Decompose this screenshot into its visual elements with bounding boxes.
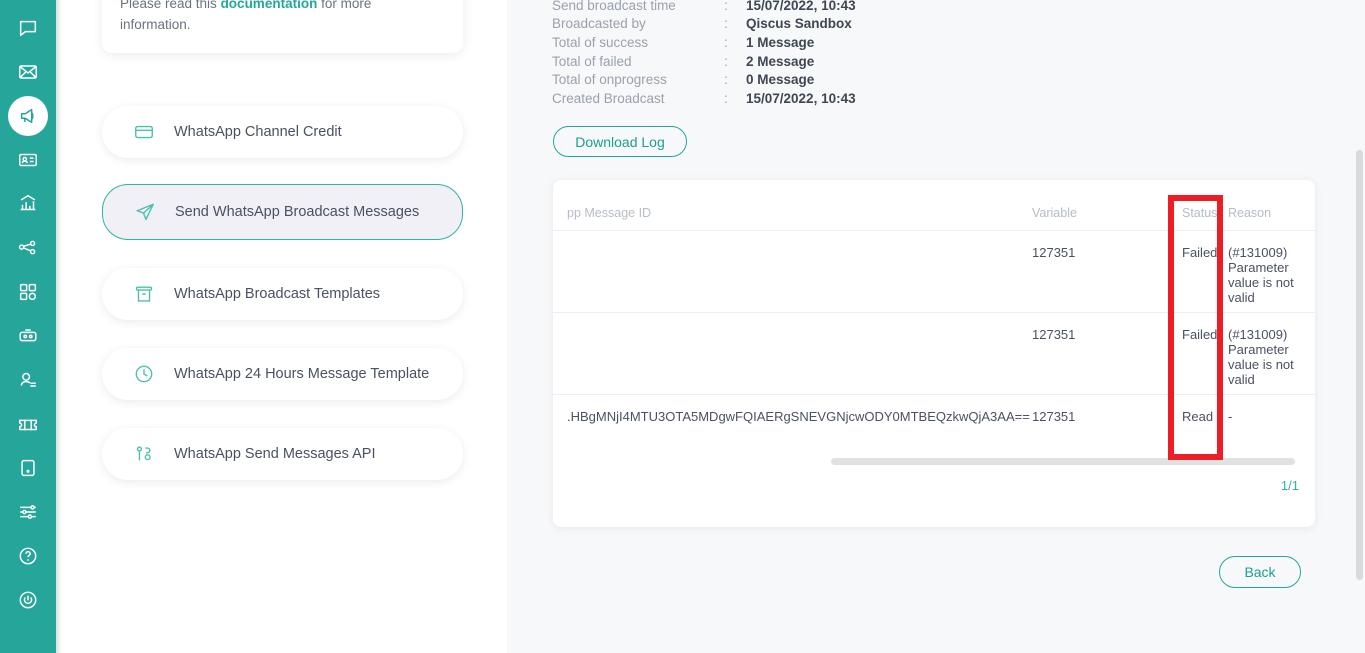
broadcast-detail-main: Send broadcast time : 15/07/2022, 10:43 … (507, 0, 1365, 653)
table-row: 127351 Failed (#131009) Parameter value … (553, 231, 1315, 313)
download-log-button[interactable]: Download Log (553, 126, 687, 157)
inbox-icon[interactable] (8, 52, 48, 92)
menu-item-label: WhatsApp Channel Credit (174, 124, 342, 140)
summary-row: Send broadcast time : 15/07/2022, 10:43 (552, 0, 972, 15)
cell-status: Failed (1182, 231, 1228, 313)
agent-icon[interactable] (8, 360, 48, 400)
summary-separator: : (724, 35, 746, 50)
menu-item-whatsapp-24-hours-message-template[interactable]: WhatsApp 24 Hours Message Template (102, 348, 463, 400)
summary-key: Total of success (552, 35, 724, 50)
summary-row: Broadcasted by : Qiscus Sandbox (552, 15, 972, 34)
cell-reason: (#131009) Parameter value is not valid (1228, 245, 1294, 305)
cell-message-id: .HBgMNjI4MTU3OTA5MDgwFQIAERgSNEVGNjcwODY… (567, 409, 1030, 424)
share-icon[interactable] (8, 228, 48, 268)
summary-separator: : (724, 91, 746, 106)
template-icon (132, 282, 156, 306)
menu-item-send-whatsapp-broadcast-messages[interactable]: Send WhatsApp Broadcast Messages (102, 184, 463, 240)
power-icon[interactable] (8, 580, 48, 620)
summary-key: Created Broadcast (552, 91, 724, 106)
documentation-link[interactable]: documentation (221, 0, 318, 11)
summary-key: Total of onprogress (552, 72, 724, 87)
help-icon[interactable] (8, 536, 48, 576)
credit-card-icon (132, 120, 156, 144)
analytics-icon[interactable] (8, 184, 48, 224)
pricing-notice: Due to WhatsApp's policy about new Whats… (102, 0, 463, 53)
table-pagination[interactable]: 1/1 (1281, 478, 1299, 493)
summary-row: Total of success : 1 Message (552, 33, 972, 52)
column-header-reason[interactable]: Reason (1228, 180, 1315, 231)
menu-item-whatsapp-channel-credit[interactable]: WhatsApp Channel Credit (102, 106, 463, 158)
menu-item-label: WhatsApp Send Messages API (174, 446, 376, 462)
summary-value: 1 Message (746, 35, 814, 50)
summary-value: Qiscus Sandbox (746, 16, 852, 31)
summary-separator: : (724, 0, 746, 13)
api-node-icon (132, 442, 156, 466)
menu-item-label: WhatsApp Broadcast Templates (174, 286, 380, 302)
ticket-icon[interactable] (8, 404, 48, 444)
summary-key: Send broadcast time (552, 0, 724, 13)
summary-key: Broadcasted by (552, 16, 724, 31)
summary-value: 15/07/2022, 10:43 (746, 91, 856, 106)
cell-status: Read (1182, 395, 1228, 444)
back-button[interactable]: Back (1219, 556, 1301, 588)
app-root: Due to WhatsApp's policy about new Whats… (0, 0, 1365, 653)
summary-row: Total of failed : 2 Message (552, 52, 972, 71)
summary-separator: : (724, 54, 746, 69)
clock-icon (132, 362, 156, 386)
mobile-icon[interactable] (8, 448, 48, 488)
table-header-row: pp Message ID Variable Status Reason (553, 180, 1315, 231)
menu-item-whatsapp-broadcast-templates[interactable]: WhatsApp Broadcast Templates (102, 268, 463, 320)
summary-value: 15/07/2022, 10:43 (746, 0, 856, 13)
summary-row: Total of onprogress : 0 Message (552, 70, 972, 89)
column-header-variable[interactable]: Variable (1032, 180, 1182, 231)
primary-icon-rail (0, 0, 56, 653)
page-vertical-scrollbar[interactable] (1356, 150, 1363, 580)
menu-item-whatsapp-send-messages-api[interactable]: WhatsApp Send Messages API (102, 428, 463, 480)
cell-variable: 127351 (1032, 313, 1182, 395)
settings-icon[interactable] (8, 492, 48, 532)
rail-shadow (56, 0, 62, 653)
summary-value: 2 Message (746, 54, 814, 69)
broadcast-log-table-card: pp Message ID Variable Status Reason 127… (553, 180, 1315, 527)
menu-item-label: Send WhatsApp Broadcast Messages (175, 204, 419, 220)
column-header-message-id[interactable]: pp Message ID (553, 180, 1032, 231)
cell-status: Failed (1182, 313, 1228, 395)
summary-key: Total of failed (552, 54, 724, 69)
notice-line-4-pre: Please read this (120, 0, 221, 11)
table-horizontal-scrollbar[interactable] (831, 458, 1295, 465)
column-header-status[interactable]: Status (1182, 180, 1228, 231)
menu-item-label: WhatsApp 24 Hours Message Template (174, 366, 429, 382)
summary-separator: : (724, 72, 746, 87)
summary-value: 0 Message (746, 72, 814, 87)
send-icon (133, 200, 157, 224)
summary-row: Created Broadcast : 15/07/2022, 10:43 (552, 89, 972, 108)
broadcast-log-table: pp Message ID Variable Status Reason 127… (553, 180, 1315, 444)
contacts-icon[interactable] (8, 140, 48, 180)
broadcast-menu-list: WhatsApp Channel Credit Send WhatsApp Br… (102, 106, 463, 508)
table-row: 127351 Failed (#131009) Parameter value … (553, 313, 1315, 395)
cell-reason: - (1228, 409, 1232, 424)
broadcast-icon[interactable] (8, 96, 48, 136)
summary-separator: : (724, 16, 746, 31)
apps-icon[interactable] (8, 272, 48, 312)
cell-variable: 127351 (1032, 395, 1182, 444)
cell-variable: 127351 (1032, 231, 1182, 313)
cell-reason: (#131009) Parameter value is not valid (1228, 327, 1294, 387)
broadcast-summary: Send broadcast time : 15/07/2022, 10:43 … (552, 0, 972, 108)
chat-icon[interactable] (8, 8, 48, 48)
bot-icon[interactable] (8, 316, 48, 356)
broadcast-menu-panel: Due to WhatsApp's policy about new Whats… (56, 0, 507, 653)
table-row: .HBgMNjI4MTU3OTA5MDgwFQIAERgSNEVGNjcwODY… (553, 395, 1315, 444)
